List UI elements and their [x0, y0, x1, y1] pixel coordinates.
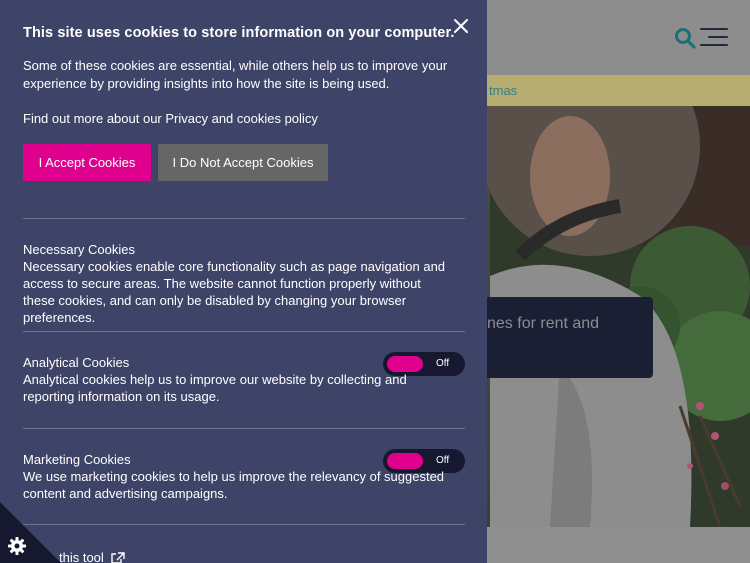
banner-text[interactable]: tmas — [489, 83, 517, 98]
toggle-knob — [387, 453, 423, 469]
toggle-knob — [387, 356, 423, 372]
toggle-state-label: Off — [436, 358, 450, 369]
necessary-cookies-description: Necessary cookies enable core functional… — [23, 259, 446, 325]
divider — [23, 524, 465, 525]
gear-icon[interactable] — [7, 536, 27, 556]
divider — [23, 331, 465, 332]
toggle-state-label: Off — [436, 455, 450, 466]
cookie-tool-link[interactable]: this tool — [59, 550, 104, 563]
cookie-intro-text: Some of these cookies are essential, whi… — [23, 58, 448, 91]
analytical-cookies-description: Analytical cookies help us to improve ou… — [23, 372, 407, 404]
hero-card-text: nes for rent and — [487, 315, 600, 332]
marketing-cookies-description: We use marketing cookies to help us impr… — [23, 469, 445, 501]
hero-card — [470, 297, 653, 378]
marketing-cookies-title: Marketing Cookies — [23, 452, 131, 467]
divider — [23, 218, 465, 219]
analytical-cookies-title: Analytical Cookies — [23, 355, 130, 370]
accept-cookies-button[interactable]: I Accept Cookies — [23, 144, 151, 181]
external-link-icon[interactable] — [110, 551, 126, 563]
menu-icon[interactable] — [700, 28, 728, 48]
search-icon[interactable] — [673, 26, 697, 50]
cookie-consent-panel: This site uses cookies to store informat… — [0, 0, 487, 563]
close-icon[interactable] — [451, 16, 471, 36]
decline-cookies-button[interactable]: I Do Not Accept Cookies — [158, 144, 328, 181]
cookie-panel-title: This site uses cookies to store informat… — [23, 25, 455, 41]
privacy-policy-link[interactable]: Find out more about our Privacy and cook… — [23, 110, 318, 128]
divider — [23, 428, 465, 429]
necessary-cookies-title: Necessary Cookies — [23, 242, 135, 257]
